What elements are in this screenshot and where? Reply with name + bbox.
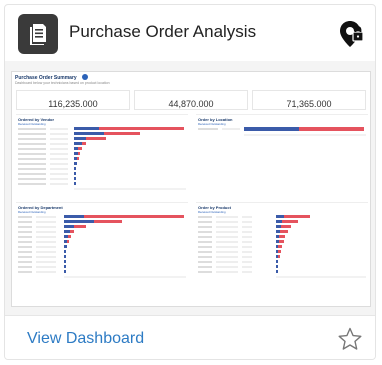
dashboard-preview[interactable]: Purchase Order Summary Dashboard below y… (5, 61, 375, 315)
panel-vendor: Ordered by Vendor Received Outstanding (16, 114, 188, 201)
location-bars (198, 127, 366, 136)
product-bars (198, 215, 366, 278)
department-bars (18, 215, 186, 278)
kpi-card: 44,870.000 (134, 90, 248, 110)
kpi-value: 44,870.000 (168, 99, 214, 109)
view-dashboard-link[interactable]: View Dashboard (27, 330, 144, 348)
panel-location: Order by Location Received Outstanding (196, 114, 368, 201)
panel-product: Order by Product Received Outstanding (196, 202, 368, 303)
thumbnail-subtitle: Dashboard below your technicians based o… (15, 81, 110, 85)
kpi-card: 71,365.000 (252, 90, 366, 110)
kpi-value: 116,235.000 (48, 99, 98, 109)
location-lock-icon (340, 21, 364, 47)
kpi-value: 71,365.000 (286, 99, 332, 109)
info-icon (82, 74, 88, 80)
dashboard-thumbnail: Purchase Order Summary Dashboard below y… (11, 71, 371, 307)
card-header: Purchase Order Analysis (5, 5, 375, 61)
document-icon (18, 14, 58, 54)
vendor-bars (18, 127, 186, 190)
dashboard-card[interactable]: Purchase Order Analysis Purchase Order S… (4, 4, 376, 360)
panel-department: Ordered by Department Received Outstandi… (16, 202, 188, 303)
kpi-card: 116,235.000 (16, 90, 130, 110)
card-title[interactable]: Purchase Order Analysis (69, 22, 256, 42)
card-footer: View Dashboard (5, 315, 375, 359)
star-outline-icon[interactable] (337, 326, 363, 352)
